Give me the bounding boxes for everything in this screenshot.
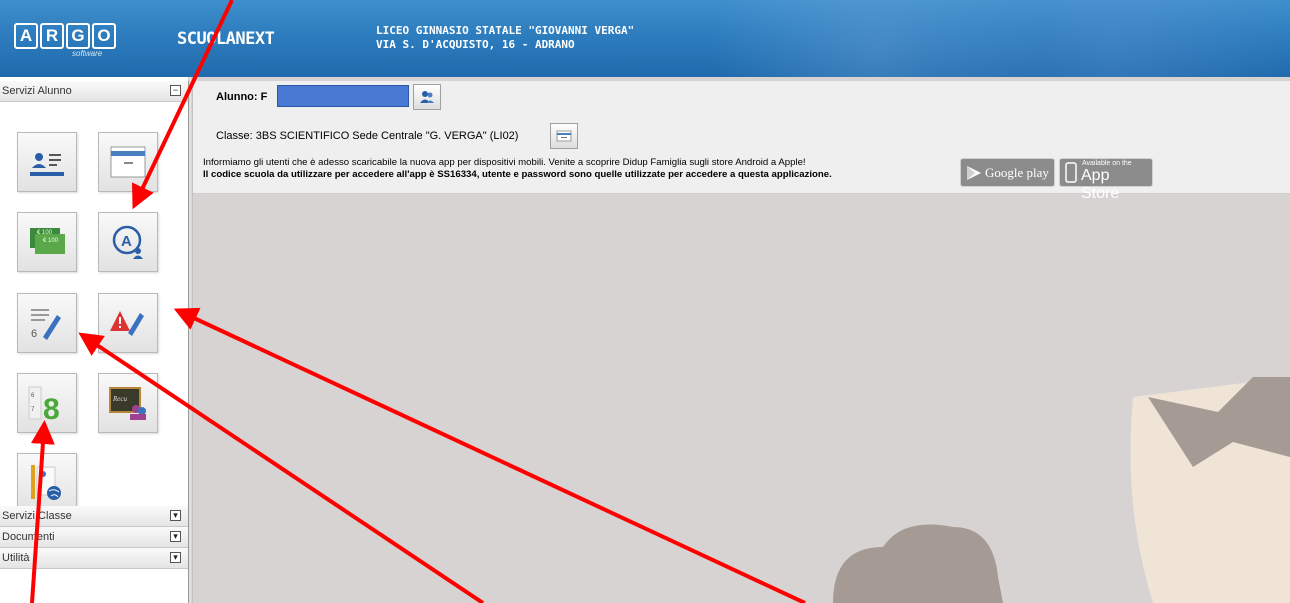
archive-button[interactable] — [98, 132, 158, 192]
svg-text:Recu: Recu — [112, 395, 127, 403]
school-address: VIA S. D'ACQUISTO, 16 - ADRANO — [376, 38, 575, 51]
main-content: Alunno: F Classe: 3BS SCIENTIFICO Sede C… — [193, 77, 1290, 603]
section-servizi-alunno[interactable]: Servizi Alunno − — [0, 81, 188, 102]
logo-letter: R — [40, 23, 64, 49]
expand-icon[interactable]: ▾ — [170, 510, 181, 521]
section-label: Utilità — [2, 552, 30, 564]
grades-icon: 6 — [31, 309, 61, 340]
student-profile-button[interactable] — [17, 132, 77, 192]
app-store-caption: Available on the — [1082, 160, 1132, 167]
servizi-alunno-icons: € 100 € 100 A 6 6 7 8 Recu — [0, 102, 188, 513]
phone-icon — [1065, 162, 1077, 183]
section-servizi-classe[interactable]: Servizi Classe ▾ — [0, 506, 188, 527]
announcement-line-1: Informiamo gli utenti che è adesso scari… — [203, 157, 806, 168]
expand-icon[interactable]: ▾ — [170, 552, 181, 563]
svg-text:6: 6 — [31, 328, 37, 340]
grades-button[interactable]: 6 — [17, 293, 77, 353]
school-name: LICEO GINNASIO STATALE "GIOVANNI VERGA" — [376, 24, 635, 37]
svg-text:€ 100: € 100 — [43, 238, 59, 244]
svg-text:8: 8 — [43, 393, 60, 423]
select-student-button[interactable] — [413, 84, 441, 110]
student-name-field[interactable] — [277, 85, 409, 107]
google-play-label: Google play — [985, 165, 1049, 180]
student-info-panel: Alunno: F Classe: 3BS SCIENTIFICO Sede C… — [193, 81, 1290, 202]
sidebar: Servizi Alunno − € 100 € 100 A 6 6 7 8 R… — [0, 81, 189, 603]
section-label: Servizi Alunno — [2, 85, 72, 97]
section-utilita[interactable]: Utilità ▾ — [0, 548, 188, 569]
users-icon — [420, 91, 434, 103]
app-store-badge[interactable]: Available on the App Store — [1059, 158, 1153, 202]
reception-button[interactable]: Recu — [98, 373, 158, 433]
app-store-label: App Store — [1081, 167, 1120, 202]
class-label: Classe: 3BS SCIENTIFICO Sede Centrale "G… — [216, 130, 519, 142]
section-label: Servizi Classe — [2, 510, 72, 522]
logo-subtitle: software — [72, 49, 103, 58]
tax-payments-icon: € 100 € 100 — [30, 228, 65, 254]
svg-text:€ 100: € 100 — [37, 230, 53, 236]
card-icon — [556, 130, 572, 142]
app-name: SCUOLANEXT — [177, 29, 275, 49]
expand-icon[interactable]: ▾ — [170, 531, 181, 542]
school-info: LICEO GINNASIO STATALE "GIOVANNI VERGA" … — [376, 24, 634, 52]
curriculum-globe-icon — [31, 465, 61, 500]
report-card-icon: 6 7 8 — [28, 386, 60, 423]
tax-payments-button[interactable]: € 100 € 100 — [17, 212, 77, 272]
section-label: Documenti — [2, 531, 55, 543]
logo-letter: A — [14, 23, 38, 49]
absences-button[interactable]: A — [98, 212, 158, 272]
section-documenti[interactable]: Documenti ▾ — [0, 527, 188, 548]
app-header: A R G O software SCUOLANEXT LICEO GINNAS… — [0, 0, 1290, 77]
announcement-line-2: Il codice scuola da utilizzare per acced… — [203, 169, 832, 180]
logo-letter: G — [66, 23, 90, 49]
archive-box-icon — [110, 146, 146, 178]
reception-icon: Recu — [109, 387, 146, 420]
collapse-icon[interactable]: − — [170, 85, 181, 96]
logo-letter: O — [92, 23, 116, 49]
svg-text:A: A — [121, 233, 132, 250]
notes-icon — [110, 311, 144, 336]
class-details-button[interactable] — [550, 123, 578, 149]
google-play-badge[interactable]: Google play — [960, 158, 1055, 187]
absences-icon: A — [112, 225, 143, 259]
app-announcement: Informiamo gli utenti che è adesso scari… — [203, 157, 832, 181]
notes-button[interactable] — [98, 293, 158, 353]
header-decoration — [700, 0, 1290, 77]
report-card-button[interactable]: 6 7 8 — [17, 373, 77, 433]
play-store-icon — [967, 166, 981, 180]
curriculum-button[interactable] — [17, 453, 77, 513]
student-profile-icon — [30, 153, 64, 176]
argo-logo: A R G O — [14, 23, 116, 49]
student-label: Alunno: F — [216, 91, 268, 103]
